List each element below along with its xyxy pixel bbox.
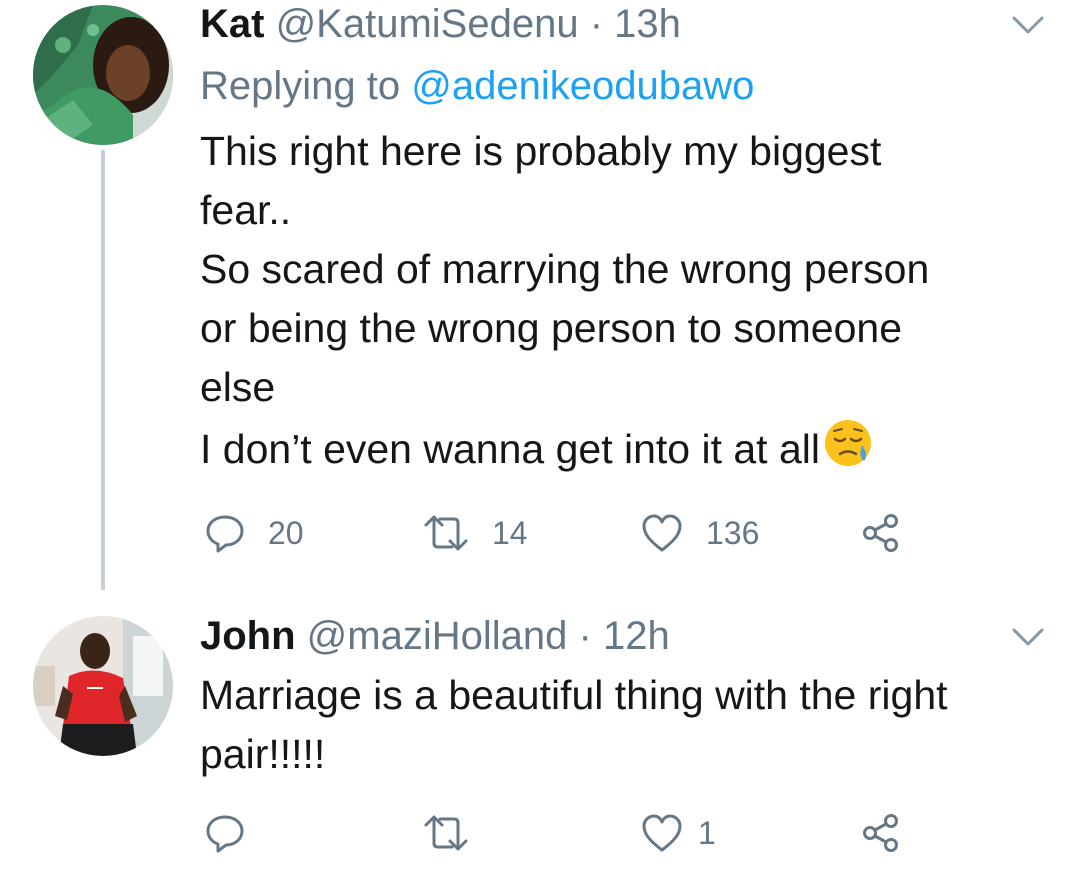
chevron-down-icon[interactable]: [1008, 622, 1048, 652]
reply-icon: [204, 512, 246, 554]
share-button[interactable]: [860, 508, 902, 558]
retweet-icon: [422, 513, 470, 553]
tweet-header: John @maziHolland · 12h: [200, 612, 670, 660]
reply-icon: [204, 812, 246, 854]
avatar[interactable]: [33, 616, 173, 756]
replying-to: Replying to @adenikeodubawo: [200, 62, 754, 110]
share-button[interactable]: [860, 808, 902, 858]
heart-icon: [640, 812, 684, 854]
retweet-count: 14: [492, 514, 528, 551]
tweet-header: Kat @KatumiSedenu · 13h: [200, 0, 681, 48]
timestamp[interactable]: 12h: [603, 614, 670, 658]
share-icon: [860, 812, 902, 854]
tweet-john[interactable]: John @maziHolland · 12h Marriage is a be…: [0, 600, 1080, 872]
text-line: pair!!!!!: [200, 731, 326, 777]
text-line: Marriage is a beautiful thing with the r…: [200, 672, 948, 718]
like-count: 1: [698, 814, 716, 851]
like-count: 136: [706, 514, 760, 551]
text-line: This right here is probably my biggest: [200, 128, 882, 174]
thread-line: [101, 150, 105, 590]
reply-count: 20: [268, 514, 304, 551]
replying-prefix: Replying to: [200, 64, 401, 108]
tweet-kat[interactable]: Kat @KatumiSedenu · 13h Replying to @ade…: [0, 0, 1080, 600]
display-name[interactable]: John: [200, 614, 296, 658]
tweet-actions: 1: [200, 808, 960, 858]
text-line: I don’t even wanna get into it at all: [200, 426, 820, 472]
tweet-text: This right here is probably my biggest f…: [200, 122, 1060, 485]
heart-icon: [640, 512, 684, 554]
sad-face-emoji-icon: [822, 417, 874, 485]
reply-button[interactable]: [204, 808, 268, 858]
text-line: So scared of marrying the wrong person: [200, 246, 930, 292]
text-line: or being the wrong person to someone: [200, 305, 903, 351]
avatar[interactable]: [33, 5, 173, 145]
text-line-last: I don’t even wanna get into it at all: [200, 417, 1060, 485]
handle[interactable]: @KatumiSedenu: [276, 2, 579, 46]
separator: ·: [578, 614, 592, 658]
text-line: fear..: [200, 187, 292, 233]
tweet-text: Marriage is a beautiful thing with the r…: [200, 666, 1060, 784]
tweet-actions: 20 14 136: [200, 508, 960, 558]
replying-mention[interactable]: @adenikeodubawo: [411, 64, 754, 108]
reply-button[interactable]: 20: [204, 508, 304, 558]
share-icon: [860, 512, 902, 554]
display-name[interactable]: Kat: [200, 2, 264, 46]
handle[interactable]: @maziHolland: [307, 614, 568, 658]
like-button[interactable]: 136: [640, 508, 759, 558]
retweet-button[interactable]: [422, 808, 492, 858]
like-button[interactable]: 1: [640, 808, 716, 858]
timestamp[interactable]: 13h: [614, 2, 681, 46]
retweet-icon: [422, 813, 470, 853]
separator: ·: [589, 2, 604, 46]
text-line: else: [200, 364, 276, 410]
retweet-button[interactable]: 14: [422, 508, 528, 558]
chevron-down-icon[interactable]: [1008, 10, 1048, 40]
